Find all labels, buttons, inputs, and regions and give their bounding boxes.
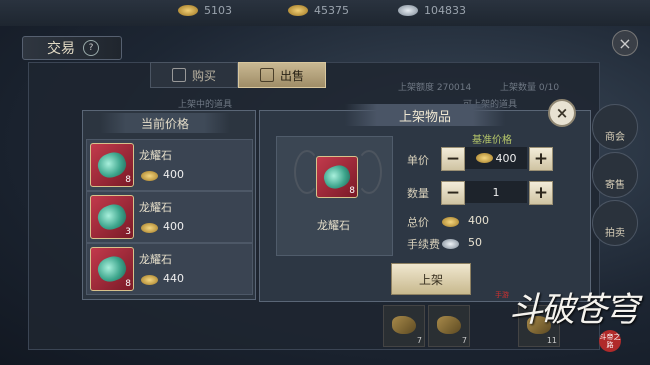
quantity-decrease-button[interactable]: − <box>441 181 465 205</box>
coin-icon <box>141 275 158 285</box>
item-qty: 8 <box>125 279 131 289</box>
item-price: 400 <box>163 220 184 233</box>
item-qty: 3 <box>125 227 131 237</box>
tab-sell-label: 出售 <box>279 68 304 83</box>
total-value: 400 <box>468 214 489 227</box>
trade-title-text: 交易 <box>47 41 75 57</box>
fee-value: 50 <box>468 236 482 249</box>
selected-item-slot: 8 <box>316 156 358 198</box>
minus-icon: − <box>445 183 461 203</box>
side-menu-trade-guild[interactable]: 商会 <box>592 104 638 150</box>
coin-icon <box>475 153 493 163</box>
listed-items-label: 上架中的道具 <box>178 100 233 110</box>
selected-item-name: 龙耀石 <box>317 219 350 232</box>
logo-subtitle: 斗帝之路 <box>599 330 621 352</box>
item-price: 440 <box>163 272 184 285</box>
close-icon: × <box>555 104 569 122</box>
silver-currency: 104833 <box>398 4 466 17</box>
coin-icon <box>442 217 459 227</box>
tab-buy-label: 购买 <box>191 68 216 83</box>
leaf-item-icon <box>437 316 461 334</box>
leaf-item-icon <box>392 316 416 334</box>
item-slot: 8 <box>90 247 134 291</box>
quantity-label: 数量 <box>407 187 429 200</box>
tab-sell[interactable]: 出售 <box>238 62 326 88</box>
plus-icon: + <box>533 183 549 203</box>
side-menu-auction[interactable]: 拍卖 <box>592 200 638 246</box>
quantity-value: 1 <box>492 185 500 199</box>
silver-icon <box>398 5 418 16</box>
bound-gold-icon <box>288 5 308 16</box>
gold-amount: 5103 <box>204 4 232 17</box>
unit-price-field[interactable]: 400 <box>465 147 527 169</box>
close-dialog-button[interactable]: × <box>548 99 576 127</box>
item-slot: 3 <box>90 195 134 239</box>
bound-gold-currency: 45375 <box>288 4 349 17</box>
slot-count: 7 <box>461 336 467 345</box>
list-item-header: 上架物品 <box>345 104 505 126</box>
tab-buy[interactable]: 购买 <box>150 62 238 88</box>
item-name: 龙耀石 <box>139 149 172 162</box>
dragon-stone-icon <box>94 200 130 234</box>
sell-label: 寄售 <box>605 180 625 191</box>
price-decrease-button[interactable]: − <box>441 147 465 171</box>
item-name: 龙耀石 <box>139 201 172 214</box>
dragon-stone-icon <box>94 148 130 182</box>
item-qty: 8 <box>125 175 131 185</box>
item-slot: 8 <box>90 143 134 187</box>
price-row[interactable]: 8 龙耀石 440 <box>86 243 253 295</box>
unit-price-stepper: − 400 + <box>441 147 553 171</box>
quantity-increase-button[interactable]: + <box>529 181 553 205</box>
coin-icon <box>141 171 158 181</box>
close-trade-button[interactable]: × <box>612 30 638 56</box>
item-price: 400 <box>163 168 184 181</box>
auction-label: 拍卖 <box>605 228 625 239</box>
help-icon[interactable]: ? <box>83 40 99 56</box>
list-item-button[interactable]: 上架 <box>391 263 471 295</box>
ornament-swirl-right <box>356 150 382 194</box>
item-name: 龙耀石 <box>139 253 172 266</box>
close-icon: × <box>618 33 632 53</box>
listing-count: 上架数量 0/10 <box>500 83 560 93</box>
unit-price-label: 单价 <box>407 154 429 167</box>
fee-label: 手续费 <box>407 238 440 251</box>
dragon-stone-icon <box>321 162 353 192</box>
gold-currency: 5103 <box>178 4 232 17</box>
minus-icon: − <box>445 149 461 169</box>
trade-guild-label: 商会 <box>605 132 625 143</box>
total-label: 总价 <box>407 216 429 229</box>
game-logo: 手游 斗破苍穹 斗帝之路 <box>495 282 640 352</box>
inventory-slot[interactable]: 7 <box>428 305 470 347</box>
silver-amount: 104833 <box>424 4 466 17</box>
quantity-field[interactable]: 1 <box>465 181 527 203</box>
price-row[interactable]: 8 龙耀石 400 <box>86 139 253 191</box>
listing-quota: 上架额度 270014 <box>398 83 472 93</box>
buy-icon <box>171 68 186 82</box>
trade-title: 交易 ? <box>22 36 122 60</box>
side-menu-sell[interactable]: 寄售 <box>592 152 638 198</box>
logo-seal: 手游 <box>495 291 509 299</box>
coin-icon <box>141 223 158 233</box>
sell-icon <box>259 68 274 82</box>
unit-price-value: 400 <box>495 151 517 165</box>
dragon-stone-icon <box>94 252 130 286</box>
logo-title: 斗破苍穹 <box>509 290 639 330</box>
reference-price-label: 基准价格 <box>472 135 512 146</box>
price-increase-button[interactable]: + <box>529 147 553 171</box>
inventory-slot[interactable]: 7 <box>383 305 425 347</box>
price-row[interactable]: 3 龙耀石 400 <box>86 191 253 243</box>
plus-icon: + <box>533 149 549 169</box>
quantity-stepper: − 1 + <box>441 181 553 205</box>
current-price-header: 当前价格 <box>100 113 230 133</box>
gold-ingot-icon <box>178 5 198 16</box>
bound-gold-amount: 45375 <box>314 4 349 17</box>
slot-count: 7 <box>416 336 422 345</box>
silver-coin-icon <box>442 239 459 249</box>
item-qty: 8 <box>349 186 355 196</box>
